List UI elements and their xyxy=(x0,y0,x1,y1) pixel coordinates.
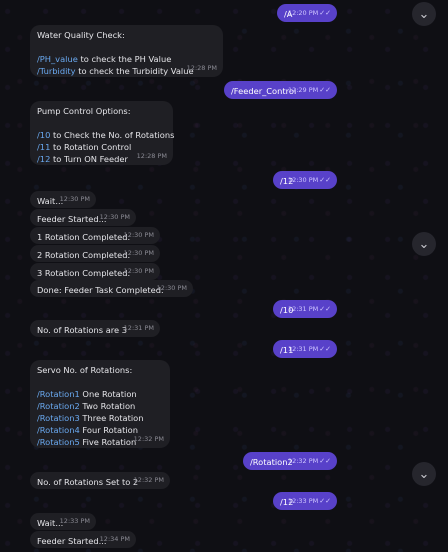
message-time: 12:31 PM xyxy=(123,324,154,332)
message-time: 12:34 PM xyxy=(99,535,130,543)
message-time: 12:33 PM xyxy=(59,517,90,525)
message-meta: 12:33 PM✓✓ xyxy=(288,495,331,507)
message-text: Five Rotation xyxy=(79,437,137,447)
outgoing-message[interactable]: /12 12:30 PM✓✓ xyxy=(273,171,337,189)
command-link[interactable]: /Rotation1 xyxy=(37,389,80,399)
message-time: 12:30 PM xyxy=(123,231,154,239)
incoming-message[interactable]: Feeder Started... 12:30 PM xyxy=(30,209,136,226)
scroll-down-button[interactable]: ⌄ xyxy=(412,462,436,486)
message-time: 12:30 PM xyxy=(123,267,154,275)
message-time: 12:31 PM xyxy=(287,305,319,313)
incoming-message[interactable]: Feeder Started... 12:34 PM xyxy=(30,531,136,548)
chevron-down-icon: ⌄ xyxy=(418,466,430,482)
scroll-down-button[interactable]: ⌄ xyxy=(412,232,436,256)
command-link[interactable]: /12 xyxy=(37,154,50,164)
command-link[interactable]: /Rotation4 xyxy=(37,425,80,435)
incoming-message[interactable]: No. of Rotations Set to 2 12:32 PM xyxy=(30,472,170,489)
command-link[interactable]: /Rotation5 xyxy=(37,437,80,447)
chevron-down-icon: ⌄ xyxy=(418,6,430,22)
read-receipt-icon: ✓✓ xyxy=(319,497,331,505)
read-receipt-icon: ✓✓ xyxy=(319,9,331,17)
message-time: 12:28 PM xyxy=(186,64,217,72)
read-receipt-icon: ✓✓ xyxy=(319,457,331,465)
message-text: Done: Feeder Task Completed. xyxy=(37,285,164,295)
message-time: 12:30 PM xyxy=(287,176,319,184)
message-text: No. of Rotations are 3 xyxy=(37,325,128,335)
read-receipt-icon: ✓✓ xyxy=(319,86,331,94)
message-text: One Rotation xyxy=(79,389,137,399)
read-receipt-icon: ✓✓ xyxy=(319,176,331,184)
message-time: 12:33 PM xyxy=(287,497,319,505)
outgoing-message[interactable]: /A 12:20 PM✓✓ xyxy=(277,4,337,22)
command-link[interactable]: /Rotation3 xyxy=(37,413,80,423)
message-text: Four Rotation xyxy=(79,425,138,435)
scroll-down-button[interactable]: ⌄ xyxy=(412,2,436,26)
message-text: 1 Rotation Completed. xyxy=(37,232,131,242)
message-text: No. of Rotations Set to 2 xyxy=(37,477,139,487)
read-receipt-icon: ✓✓ xyxy=(319,305,331,313)
message-meta: 12:31 PM✓✓ xyxy=(288,303,331,315)
incoming-message[interactable]: 1 Rotation Completed. 12:30 PM xyxy=(30,227,160,244)
message-text: Three Rotation xyxy=(79,413,144,423)
message-time: 12:32 PM xyxy=(133,435,164,443)
incoming-message[interactable]: Wait... 12:30 PM xyxy=(30,191,96,208)
message-meta: 12:32 PM✓✓ xyxy=(288,455,331,467)
incoming-message[interactable]: No. of Rotations are 3 12:31 PM xyxy=(30,320,160,337)
message-text: 3 Rotation Completed. xyxy=(37,268,131,278)
message-text: 2 Rotation Completed. xyxy=(37,250,131,260)
incoming-message[interactable]: 2 Rotation Completed. 12:30 PM xyxy=(30,245,160,262)
chevron-down-icon: ⌄ xyxy=(418,236,430,252)
incoming-message[interactable]: Servo No. of Rotations: /Rotation1 One R… xyxy=(30,360,170,448)
message-text: to Turn ON Feeder xyxy=(50,154,128,164)
message-text: to check the PH Value xyxy=(77,54,172,64)
message-text: /Feeder_Control xyxy=(231,86,297,96)
command-link[interactable]: /11 xyxy=(37,142,50,152)
message-time: 12:20 PM xyxy=(287,9,319,17)
message-title: Servo No. of Rotations: xyxy=(37,365,133,375)
message-meta: 12:31 PM✓✓ xyxy=(288,343,331,355)
message-time: 12:32 PM xyxy=(287,457,319,465)
incoming-message[interactable]: Pump Control Options: /10 to Check the N… xyxy=(30,101,175,165)
command-link[interactable]: /Turbidity xyxy=(37,66,76,76)
message-meta: 12:29 PM✓✓ xyxy=(288,84,331,96)
command-link[interactable]: /10 xyxy=(37,130,50,140)
message-meta: 12:30 PM✓✓ xyxy=(288,174,331,186)
message-title: Pump Control Options: xyxy=(37,106,131,116)
message-meta: 12:20 PM✓✓ xyxy=(288,7,331,19)
command-link[interactable]: /PH_value xyxy=(37,54,78,64)
outgoing-message[interactable]: /12 12:33 PM✓✓ xyxy=(273,492,337,510)
message-time: 12:31 PM xyxy=(287,345,319,353)
message-time: 12:29 PM xyxy=(287,86,319,94)
message-time: 12:30 PM xyxy=(99,213,130,221)
message-time: 12:28 PM xyxy=(136,152,167,160)
message-title: Water Quality Check: xyxy=(37,30,125,40)
message-text: /Rotation2 xyxy=(250,457,293,467)
message-text: Feeder Started... xyxy=(37,214,107,224)
message-text: to Check the No. of Rotations xyxy=(50,130,175,140)
command-link[interactable]: /Rotation2 xyxy=(37,401,80,411)
incoming-message[interactable]: Done: Feeder Task Completed. 12:30 PM xyxy=(30,280,193,297)
message-time: 12:30 PM xyxy=(123,249,154,257)
outgoing-message[interactable]: /Rotation2 12:32 PM✓✓ xyxy=(243,452,337,470)
message-time: 12:30 PM xyxy=(59,195,90,203)
message-text: to Rotation Control xyxy=(50,142,132,152)
incoming-message[interactable]: 3 Rotation Completed. 12:30 PM xyxy=(30,263,160,280)
outgoing-message[interactable]: /Feeder_Control 12:29 PM✓✓ xyxy=(224,81,337,99)
outgoing-message[interactable]: /11 12:31 PM✓✓ xyxy=(273,340,337,358)
outgoing-message[interactable]: /10 12:31 PM✓✓ xyxy=(273,300,337,318)
message-text: Feeder Started... xyxy=(37,536,107,546)
message-time: 12:32 PM xyxy=(133,476,164,484)
incoming-message[interactable]: Wait... 12:33 PM xyxy=(30,513,96,530)
message-time: 12:30 PM xyxy=(156,284,187,292)
message-text: Two Rotation xyxy=(79,401,136,411)
message-text: to check the Turbidity Value xyxy=(75,66,194,76)
incoming-message[interactable]: Water Quality Check: /PH_value to check … xyxy=(30,25,223,77)
read-receipt-icon: ✓✓ xyxy=(319,345,331,353)
